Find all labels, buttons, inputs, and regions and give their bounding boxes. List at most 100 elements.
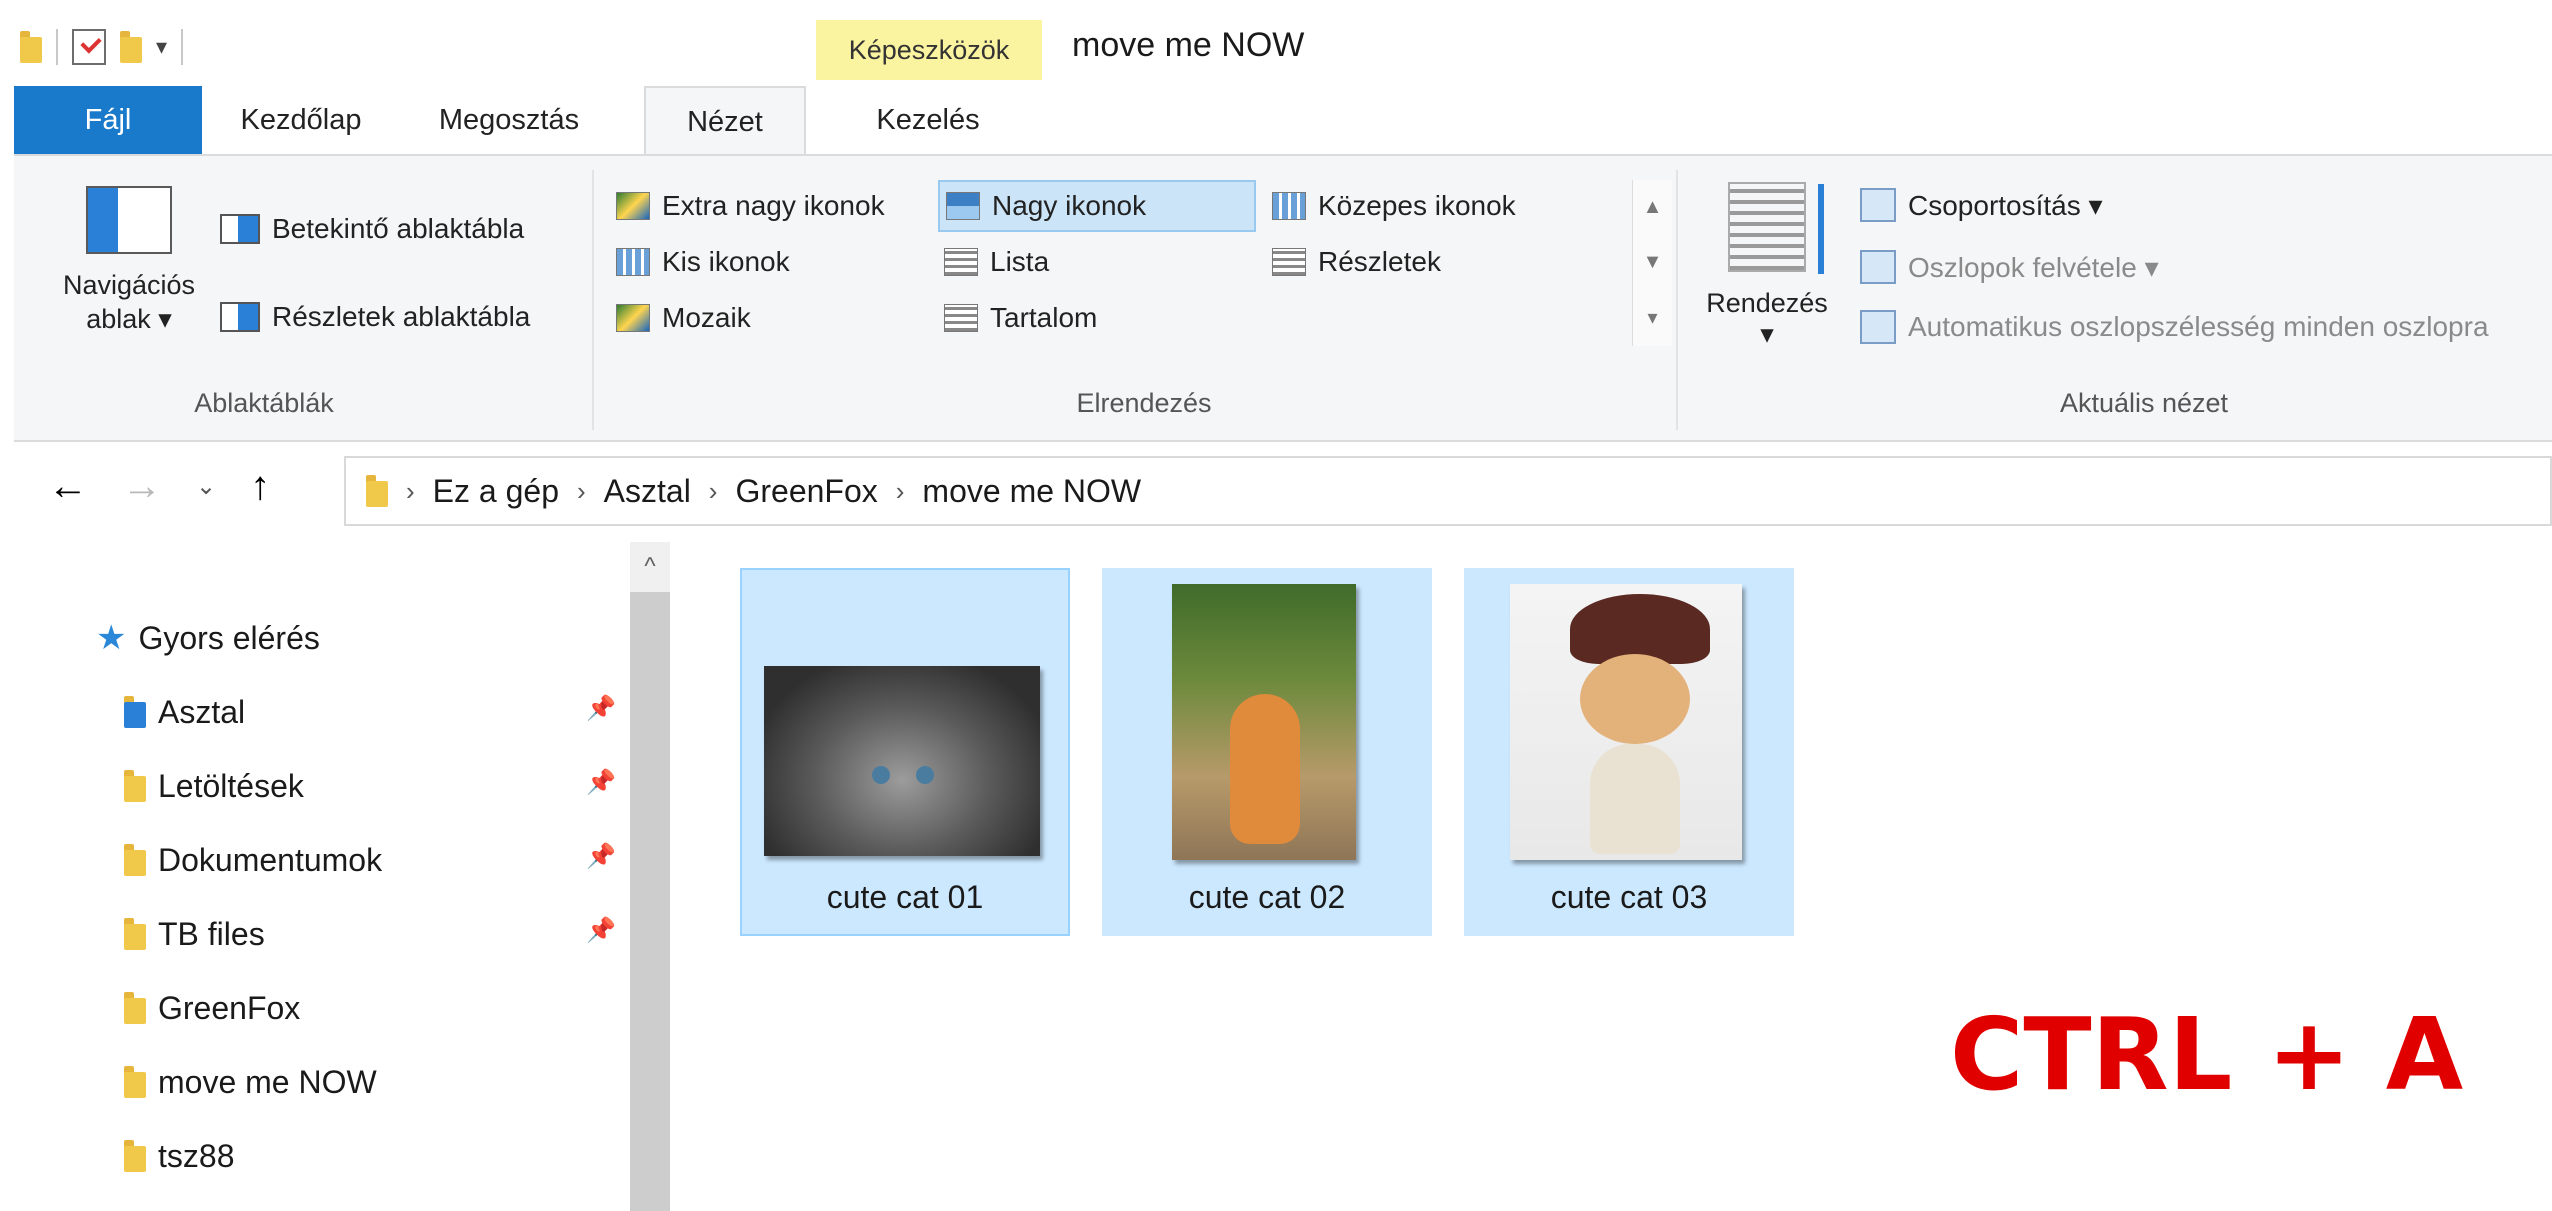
details-pane-button[interactable]: Részletek ablaktábla — [220, 296, 530, 338]
title-bar: ▾ Képeszközök move me NOW — [0, 0, 2552, 86]
pin-icon[interactable]: 📌 — [586, 916, 616, 945]
chevron-right-icon[interactable]: › — [896, 476, 905, 507]
keyboard-shortcut-overlay: CTRL + A — [1950, 996, 2464, 1113]
breadcrumb-desktop[interactable]: Asztal — [604, 473, 691, 510]
forward-arrow-icon[interactable]: → — [122, 464, 162, 509]
cat-thumbnail-image — [1510, 584, 1742, 860]
back-arrow-icon[interactable]: ← — [48, 464, 88, 509]
tab-view[interactable]: Nézet — [644, 86, 806, 156]
add-columns-button[interactable]: Oszlopok felvétele ▾ — [1860, 246, 2159, 288]
group-by-button[interactable]: Csoportosítás ▾ — [1860, 184, 2103, 226]
tab-share[interactable]: Megosztás — [404, 86, 614, 154]
layout-medium-icons[interactable]: Közepes ikonok — [1266, 180, 1606, 232]
navigation-buttons: ← → ⌄ ↑ — [48, 464, 270, 509]
ribbon-tabs: Fájl Kezdőlap Megosztás Nézet Kezelés — [0, 86, 2552, 156]
file-item[interactable]: cute cat 02 — [1102, 568, 1432, 936]
more-layouts-icon[interactable]: ▾ — [1633, 290, 1672, 345]
tab-manage[interactable]: Kezelés — [818, 86, 1038, 154]
navigation-pane-button[interactable]: Navigációs ablak ▾ — [34, 186, 224, 336]
details-pane-icon — [220, 302, 260, 332]
scroll-up-icon[interactable]: ^ — [630, 542, 670, 592]
scroll-down-icon[interactable]: ▼ — [1633, 235, 1672, 290]
tab-home[interactable]: Kezdőlap — [216, 86, 386, 154]
layout-content[interactable]: Tartalom — [938, 292, 1238, 344]
nav-pane-scrollbar[interactable]: ^ — [630, 542, 670, 1211]
scroll-up-icon[interactable]: ▲ — [1633, 180, 1672, 235]
new-folder-icon[interactable] — [120, 31, 142, 63]
window-title: move me NOW — [1072, 26, 1305, 64]
file-item[interactable]: cute cat 03 — [1464, 568, 1794, 936]
navigation-pane-label-line2: ablak ▾ — [86, 304, 172, 334]
breadcrumb-move-me-now[interactable]: move me NOW — [922, 473, 1141, 510]
nav-item-label: TB files — [158, 915, 265, 952]
layout-large-icons[interactable]: Nagy ikonok — [938, 180, 1256, 232]
chevron-right-icon[interactable]: › — [709, 476, 718, 507]
list-icon — [944, 248, 978, 276]
autosize-columns-label: Automatikus oszlopszélesség minden oszlo… — [1908, 311, 2489, 342]
layout-extra-large-icons[interactable]: Extra nagy ikonok — [610, 180, 940, 232]
layout-item-label: Részletek — [1318, 246, 1441, 277]
downloads-folder-icon — [124, 770, 146, 802]
file-name: cute cat 02 — [1188, 879, 1346, 915]
cat-thumbnail-image — [764, 666, 1040, 856]
breadcrumb-greenfox[interactable]: GreenFox — [735, 473, 877, 510]
preview-pane-label: Betekintő ablaktábla — [272, 213, 525, 244]
nav-item-downloads[interactable]: Letöltések — [124, 756, 304, 816]
pin-icon[interactable]: 📌 — [586, 842, 616, 871]
layout-details[interactable]: Részletek — [1266, 236, 1586, 288]
layout-item-label: Közepes ikonok — [1318, 190, 1516, 221]
nav-item-tb-files[interactable]: TB files — [124, 904, 265, 964]
up-arrow-icon[interactable]: ↑ — [250, 464, 270, 509]
nav-item-label: Asztal — [158, 693, 246, 730]
breadcrumb-this-pc[interactable]: Ez a gép — [433, 473, 559, 510]
layout-list[interactable]: Lista — [938, 236, 1238, 288]
folder-icon — [366, 475, 388, 507]
folder-icon[interactable] — [20, 31, 42, 63]
layout-tiles[interactable]: Mozaik — [610, 292, 930, 344]
navigation-pane: ★ Gyors elérés Asztal 📌 Letöltések 📌 Dok… — [0, 542, 670, 1211]
layout-small-icons[interactable]: Kis ikonok — [610, 236, 930, 288]
sort-by-button[interactable]: Rendezés ▾ — [1702, 182, 1832, 350]
documents-folder-icon — [124, 844, 146, 876]
details-icon — [1272, 248, 1306, 276]
group-by-label: Csoportosítás ▾ — [1908, 189, 2103, 221]
pin-icon[interactable]: 📌 — [586, 768, 616, 797]
file-item[interactable]: cute cat 01 — [740, 568, 1070, 936]
nav-item-greenfox[interactable]: GreenFox — [124, 978, 300, 1038]
recent-locations-chevron-icon[interactable]: ⌄ — [196, 472, 216, 501]
navigation-pane-label-line1: Navigációs — [62, 270, 196, 300]
nav-item-tsz88[interactable]: tsz88 — [124, 1126, 234, 1186]
nav-item-desktop[interactable]: Asztal — [124, 682, 245, 742]
chevron-right-icon[interactable]: › — [577, 476, 586, 507]
address-box[interactable]: › Ez a gép › Asztal › GreenFox › move me… — [344, 456, 2552, 526]
properties-check-icon[interactable] — [72, 29, 106, 65]
chevron-right-icon[interactable]: › — [406, 476, 415, 507]
nav-item-move-me-now[interactable]: move me NOW — [124, 1052, 377, 1112]
preview-pane-button[interactable]: Betekintő ablaktábla — [220, 208, 524, 250]
nav-item-label: Dokumentumok — [158, 841, 383, 878]
nav-item-documents[interactable]: Dokumentumok — [124, 830, 382, 890]
customize-toolbar-dropdown-icon[interactable]: ▾ — [156, 34, 167, 60]
group-label-current-view: Aktuális nézet — [2059, 388, 2229, 418]
sort-by-dropdown-icon: ▾ — [1760, 319, 1774, 349]
toolbar-divider — [181, 29, 184, 65]
preview-pane-icon — [220, 214, 260, 244]
navigation-pane-icon — [86, 186, 172, 254]
file-name: cute cat 01 — [826, 879, 984, 915]
group-label-panes: Ablaktáblák — [194, 388, 334, 418]
nav-item-label: Letöltések — [158, 767, 304, 804]
large-icons-icon — [946, 192, 980, 220]
layout-gallery-scroll[interactable]: ▲ ▼ ▾ — [1632, 180, 1672, 346]
layout-item-label: Lista — [990, 246, 1050, 277]
autosize-columns-button[interactable]: Automatikus oszlopszélesség minden oszlo… — [1860, 306, 2489, 348]
tab-file[interactable]: Fájl — [14, 86, 202, 154]
group-divider — [1676, 170, 1678, 430]
nav-quick-access[interactable]: ★ Gyors elérés — [96, 608, 320, 668]
quick-access-toolbar: ▾ — [20, 22, 184, 72]
file-name: cute cat 03 — [1550, 879, 1708, 915]
pin-icon[interactable]: 📌 — [586, 694, 616, 723]
ribbon: Navigációs ablak ▾ Betekintő ablaktábla … — [14, 154, 2552, 442]
contextual-tab-picture-tools: Képeszközök — [816, 20, 1042, 80]
content-icon — [944, 304, 978, 332]
extra-large-icons-icon — [616, 192, 650, 220]
